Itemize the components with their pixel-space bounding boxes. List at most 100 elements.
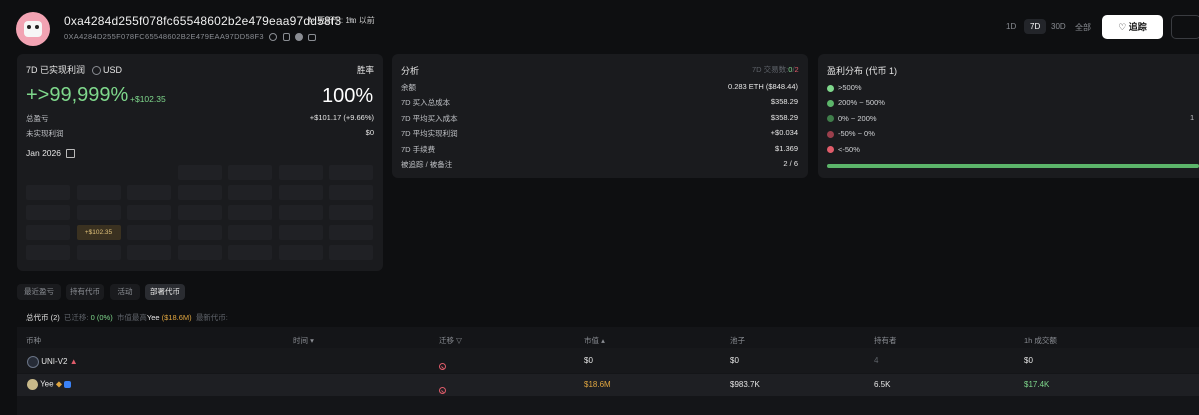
range-all[interactable]: 全部 bbox=[1075, 22, 1091, 33]
wallet-avatar bbox=[16, 12, 50, 46]
not-migrated-icon bbox=[439, 363, 446, 370]
calendar-day bbox=[177, 245, 222, 260]
analysis-value: 0.283 ETH ($848.44) bbox=[727, 82, 798, 91]
photo-icon[interactable] bbox=[308, 33, 317, 41]
calendar-day bbox=[76, 185, 121, 200]
legend-dot-icon bbox=[827, 84, 834, 92]
volume-value: $17.4K bbox=[1024, 380, 1050, 389]
summary-latest: 最新代币: bbox=[195, 313, 228, 322]
col-pool: 池子 bbox=[730, 336, 745, 345]
tab-recent-pnl[interactable]: 最近盈亏 bbox=[17, 284, 61, 300]
distribution-item-label: 200% ~ 500% bbox=[838, 98, 885, 108]
calendar-day bbox=[228, 245, 272, 260]
share-button[interactable] bbox=[1171, 15, 1199, 39]
analysis-title: 分析 bbox=[401, 66, 420, 76]
tab-deployed-tokens[interactable]: 部署代币 bbox=[145, 284, 185, 300]
heart-icon: ♡ bbox=[1118, 22, 1127, 32]
token-cell[interactable]: Yee ◆ bbox=[27, 379, 72, 390]
col-mcap[interactable]: 市值 ▴ bbox=[584, 335, 605, 346]
col-token: 币种 bbox=[26, 336, 41, 345]
tab-activity[interactable]: 活动 bbox=[110, 284, 140, 300]
distribution-item-label: -50% ~ 0% bbox=[838, 129, 875, 139]
range-1d[interactable]: 1D bbox=[1006, 22, 1016, 31]
search-icon[interactable] bbox=[269, 33, 278, 42]
currency-label[interactable]: USD bbox=[103, 65, 122, 75]
holders-value: 4 bbox=[874, 356, 879, 365]
col-time-text: 时间 bbox=[293, 336, 308, 345]
legend-dot-icon bbox=[827, 99, 834, 107]
calendar-day bbox=[278, 165, 323, 180]
calendar-month[interactable]: Jan 2026 bbox=[26, 148, 76, 159]
calendar-day bbox=[228, 205, 272, 220]
analysis-label: 被追踪 / 被备注 bbox=[401, 160, 453, 169]
volume-value: $0 bbox=[1024, 356, 1033, 365]
col-migrated[interactable]: 迁移 ▽ bbox=[439, 335, 462, 346]
updated-text: 更新于: 1m 以前 bbox=[316, 16, 375, 25]
table-row[interactable] bbox=[17, 348, 1199, 373]
calendar-icon[interactable] bbox=[66, 149, 76, 159]
range-30d[interactable]: 30D bbox=[1051, 22, 1066, 31]
calendar-day bbox=[127, 245, 171, 260]
sort-icon: ▴ bbox=[601, 336, 605, 345]
col-mcap-text: 市值 bbox=[584, 336, 599, 345]
calendar-day bbox=[228, 165, 272, 180]
analysis-label: 余额 bbox=[401, 83, 416, 92]
calendar-day bbox=[228, 225, 272, 240]
total-pnl-label: 总盈亏 bbox=[26, 114, 49, 123]
warning-icon: ▲ bbox=[69, 357, 78, 367]
explorer-icon[interactable] bbox=[295, 33, 303, 42]
pool-value: $0 bbox=[730, 356, 739, 365]
distribution-title: 盈利分布 (代币 1) bbox=[827, 66, 898, 76]
calendar-day bbox=[26, 245, 70, 260]
holders-value: 6.5K bbox=[874, 380, 891, 389]
calendar-day bbox=[127, 205, 171, 220]
calendar-empty-cell bbox=[127, 165, 171, 180]
calendar-grid: +$102.35 bbox=[26, 165, 374, 263]
mcap-value: $18.6M bbox=[584, 380, 611, 389]
calendar-day bbox=[329, 225, 373, 240]
calendar-day bbox=[278, 185, 323, 200]
token-cell[interactable]: UNI-V2 ▲ bbox=[27, 356, 78, 368]
calendar-day bbox=[76, 245, 121, 260]
analysis-label: 7D 平均实现利润 bbox=[401, 129, 458, 139]
copy-icon[interactable] bbox=[282, 33, 290, 42]
mcap-value: $0 bbox=[584, 356, 593, 365]
currency-icon[interactable] bbox=[91, 66, 101, 76]
calendar-day bbox=[329, 205, 373, 220]
analysis-label: 7D 手续费 bbox=[401, 144, 436, 154]
calendar-day-profit: +$102.35 bbox=[76, 225, 121, 240]
legend-dot-icon bbox=[827, 146, 834, 154]
calendar-day bbox=[127, 185, 171, 200]
distribution-item: 0% ~ 200% bbox=[827, 114, 877, 123]
calendar-day bbox=[26, 225, 70, 240]
summary-top-token[interactable]: Yee bbox=[147, 313, 160, 322]
winrate-label: 胜率 bbox=[357, 65, 375, 75]
calendar-day bbox=[177, 225, 222, 240]
calendar-day bbox=[278, 205, 323, 220]
migrate-status bbox=[439, 381, 446, 399]
deployed-summary: 总代币 (2) 已迁移: 0 (0%) 市值最高Yee ($18.6M) 最新代… bbox=[26, 312, 228, 323]
verified-icon bbox=[64, 381, 72, 388]
follow-label: 追踪 bbox=[1128, 22, 1147, 32]
distribution-item-label: >500% bbox=[838, 83, 862, 92]
pnl-title: 7D 已实现利润 USD bbox=[26, 63, 122, 76]
calendar-day bbox=[177, 165, 222, 180]
refresh-icon[interactable]: ↻ bbox=[308, 16, 315, 25]
calendar-day bbox=[228, 185, 272, 200]
token-name: UNI-V2 bbox=[41, 357, 68, 367]
follow-button[interactable]: ♡ 追踪 bbox=[1102, 15, 1163, 39]
updated-status: ↻ 更新于: 1m 以前 bbox=[308, 15, 375, 26]
tab-holdings[interactable]: 持有代币 bbox=[66, 284, 104, 300]
col-migrated-text: 迁移 bbox=[439, 336, 454, 345]
migrate-status bbox=[439, 357, 446, 375]
range-7d[interactable]: 7D bbox=[1024, 19, 1047, 34]
legend-dot-icon bbox=[827, 130, 834, 138]
distribution-item-label: <-50% bbox=[838, 144, 860, 154]
uniswap-icon bbox=[27, 356, 39, 368]
col-time[interactable]: 时间 ▾ bbox=[293, 335, 314, 346]
wallet-address-upper-text: 0XA4284D255F078FC65548602B2E479EAA97DD58… bbox=[64, 32, 264, 41]
not-migrated-icon bbox=[439, 387, 446, 394]
calendar-day bbox=[76, 205, 121, 220]
avatar-face-icon bbox=[24, 21, 42, 37]
calendar-day bbox=[26, 205, 70, 220]
